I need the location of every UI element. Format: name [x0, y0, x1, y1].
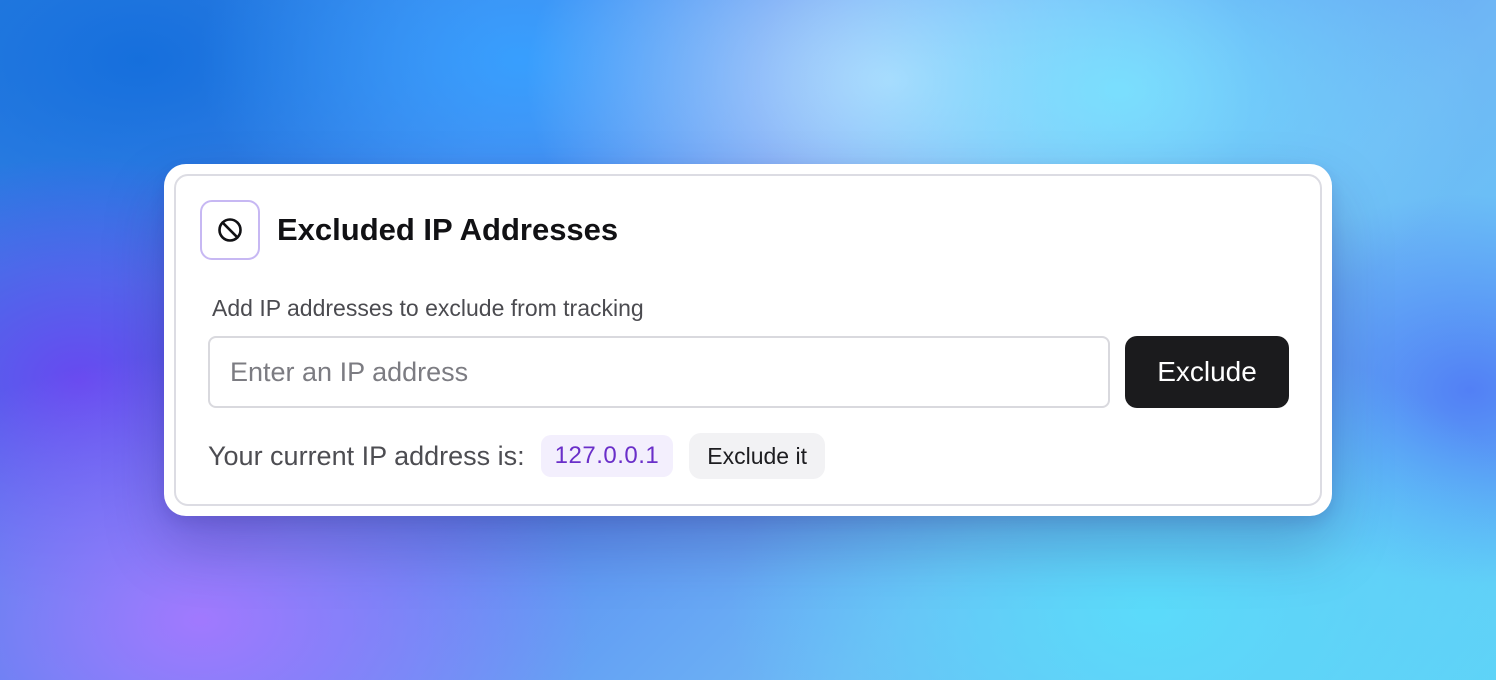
current-ip-row: Your current IP address is: 127.0.0.1 Ex… [208, 433, 825, 479]
ip-field-label: Add IP addresses to exclude from trackin… [212, 295, 644, 321]
current-ip-label: Your current IP address is: [208, 440, 525, 471]
card-title: Excluded IP Addresses [277, 212, 619, 247]
excluded-ip-card: Excluded IP Addresses Add IP addresses t… [164, 164, 1332, 516]
excluded-ip-card-body: Excluded IP Addresses Add IP addresses t… [174, 174, 1322, 506]
ip-address-input[interactable] [208, 336, 1110, 408]
ban-icon [200, 200, 260, 260]
exclude-button[interactable]: Exclude [1125, 336, 1289, 408]
exclude-current-ip-button[interactable]: Exclude it [689, 433, 825, 479]
current-ip-badge: 127.0.0.1 [540, 435, 674, 477]
